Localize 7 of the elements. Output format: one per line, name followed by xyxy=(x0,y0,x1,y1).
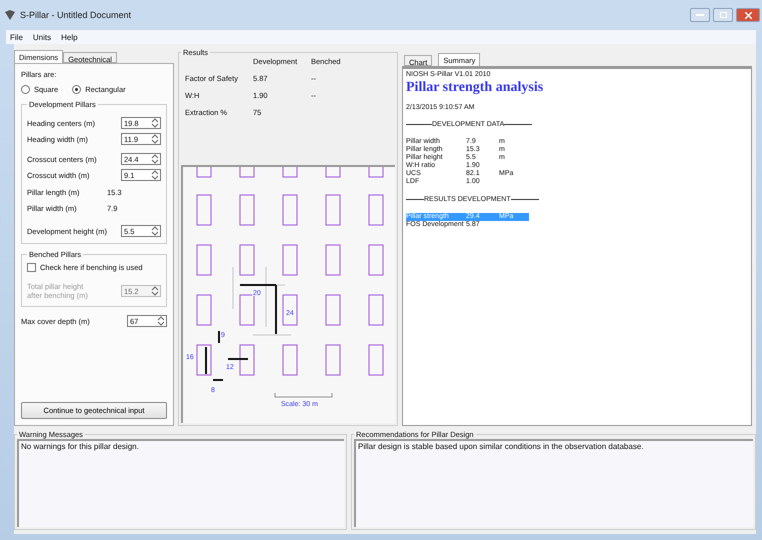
menu-item[interactable]: File xyxy=(10,32,23,42)
summary-title: Pillar strength analysis xyxy=(406,80,544,96)
message-text: No warnings for this pillar design. xyxy=(21,442,139,451)
window-title: S-Pillar - Untitled Document xyxy=(20,10,132,20)
message-text: Pillar design is stable based upon similar conditions in the observation database. xyxy=(358,442,644,451)
menu-item[interactable]: Units xyxy=(32,32,52,42)
menu-item[interactable]: Help xyxy=(61,32,78,42)
